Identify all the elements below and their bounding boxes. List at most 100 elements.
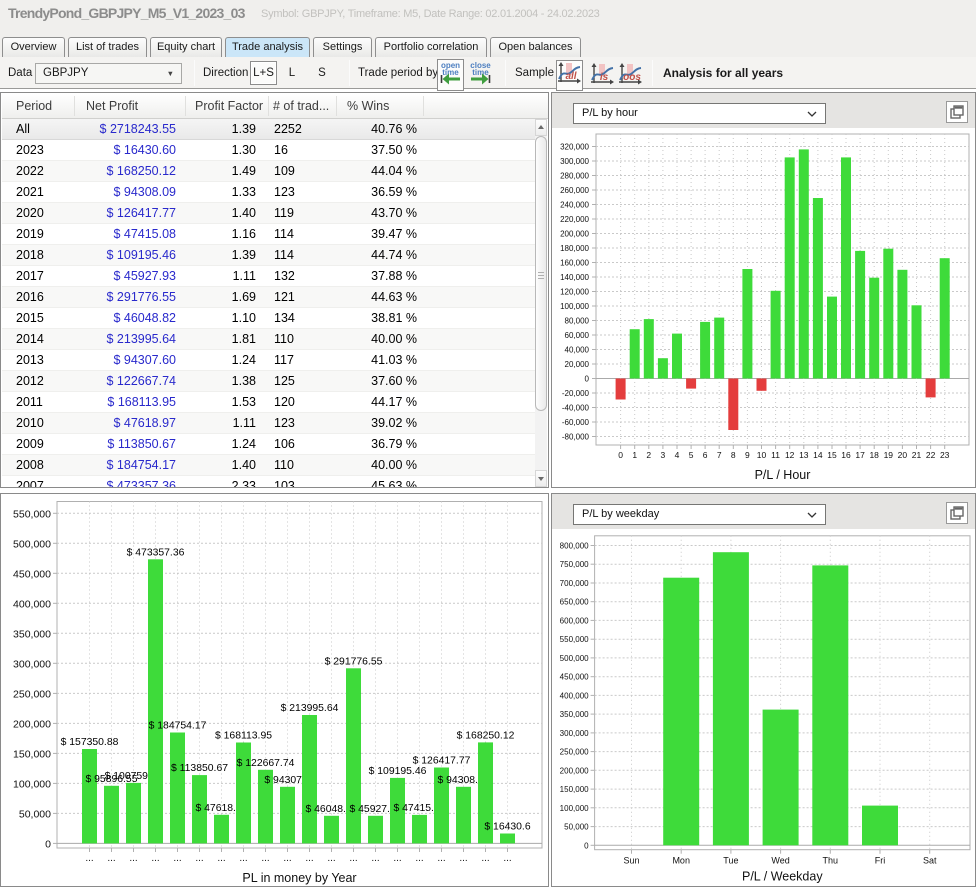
svg-text:Mon: Mon <box>672 856 690 866</box>
svg-text:...: ... <box>437 853 445 864</box>
svg-text:60,000: 60,000 <box>565 331 590 340</box>
svg-text:...: ... <box>415 853 423 864</box>
svg-text:100,000: 100,000 <box>13 778 51 790</box>
svg-text:50,000: 50,000 <box>19 808 51 820</box>
svg-text:oos: oos <box>623 72 641 83</box>
svg-text:4: 4 <box>675 450 680 460</box>
svg-text:8: 8 <box>731 450 736 460</box>
svg-text:-20,000: -20,000 <box>562 389 590 398</box>
svg-text:...: ... <box>283 853 291 864</box>
svg-text:100,000: 100,000 <box>560 302 589 311</box>
svg-text:22: 22 <box>926 450 936 460</box>
svg-text:...: ... <box>173 853 181 864</box>
svg-text:500,000: 500,000 <box>13 538 51 550</box>
svg-text:180,000: 180,000 <box>560 244 589 253</box>
svg-text:17: 17 <box>855 450 865 460</box>
svg-text:140,000: 140,000 <box>560 273 589 282</box>
svg-text:450,000: 450,000 <box>560 673 589 682</box>
svg-text:3: 3 <box>661 450 666 460</box>
svg-text:5: 5 <box>689 450 694 460</box>
svg-text:800,000: 800,000 <box>560 542 589 551</box>
svg-text:...: ... <box>261 853 269 864</box>
svg-text:160,000: 160,000 <box>560 259 589 268</box>
svg-text:$ 168250.12: $ 168250.12 <box>457 730 515 741</box>
svg-text:80,000: 80,000 <box>565 317 590 326</box>
svg-text:PL in money by Year: PL in money by Year <box>242 871 356 885</box>
svg-text:16: 16 <box>841 450 851 460</box>
svg-text:0: 0 <box>585 375 590 384</box>
svg-text:15: 15 <box>827 450 837 460</box>
svg-text:18: 18 <box>869 450 879 460</box>
svg-text:Wed: Wed <box>771 856 789 866</box>
svg-text:...: ... <box>85 853 93 864</box>
svg-text:300,000: 300,000 <box>560 729 589 738</box>
svg-text:200,000: 200,000 <box>560 230 589 239</box>
svg-text:0: 0 <box>584 841 589 850</box>
svg-text:200,000: 200,000 <box>560 766 589 775</box>
svg-text:10: 10 <box>757 450 767 460</box>
svg-text:550,000: 550,000 <box>560 635 589 644</box>
svg-text:750,000: 750,000 <box>560 560 589 569</box>
svg-text:P/L / Hour: P/L / Hour <box>755 468 811 482</box>
svg-text:19: 19 <box>884 450 894 460</box>
svg-text:40,000: 40,000 <box>565 346 590 355</box>
svg-text:$ 168113.95: $ 168113.95 <box>215 731 272 742</box>
svg-text:20,000: 20,000 <box>565 360 590 369</box>
svg-text:150,000: 150,000 <box>560 785 589 794</box>
svg-text:...: ... <box>217 853 225 864</box>
svg-text:14: 14 <box>813 450 823 460</box>
svg-text:Sun: Sun <box>623 856 639 866</box>
svg-text:...: ... <box>305 853 313 864</box>
svg-text:...: ... <box>503 853 511 864</box>
svg-text:...: ... <box>459 853 467 864</box>
svg-text:450,000: 450,000 <box>13 568 51 580</box>
svg-text:...: ... <box>195 853 203 864</box>
svg-text:...: ... <box>239 853 247 864</box>
svg-text:...: ... <box>371 853 379 864</box>
svg-text:50,000: 50,000 <box>564 823 589 832</box>
svg-text:...: ... <box>327 853 335 864</box>
svg-text:$ 291776.55: $ 291776.55 <box>325 656 383 667</box>
svg-text:time: time <box>442 68 459 77</box>
svg-text:300,000: 300,000 <box>560 157 589 166</box>
svg-text:Sat: Sat <box>923 856 937 866</box>
svg-text:250,000: 250,000 <box>13 688 51 700</box>
svg-text:13: 13 <box>799 450 809 460</box>
svg-text:100,000: 100,000 <box>560 804 589 813</box>
svg-text:-40,000: -40,000 <box>562 404 590 413</box>
svg-text:400,000: 400,000 <box>13 598 51 610</box>
svg-text:20: 20 <box>898 450 908 460</box>
svg-text:550,000: 550,000 <box>13 508 51 520</box>
svg-text:350,000: 350,000 <box>13 628 51 640</box>
svg-text:...: ... <box>393 853 401 864</box>
svg-text:-60,000: -60,000 <box>562 418 590 427</box>
svg-text:120,000: 120,000 <box>560 288 589 297</box>
svg-text:280,000: 280,000 <box>560 172 589 181</box>
svg-text:11: 11 <box>771 450 780 460</box>
svg-text:300,000: 300,000 <box>13 658 51 670</box>
svg-text:$ 16430.6: $ 16430.6 <box>484 822 530 833</box>
svg-text:7: 7 <box>717 450 722 460</box>
svg-text:320,000: 320,000 <box>560 143 589 152</box>
svg-text:200,000: 200,000 <box>13 718 51 730</box>
svg-text:$ 157350.88: $ 157350.88 <box>61 737 119 748</box>
svg-text:$ 126417.77: $ 126417.77 <box>413 756 471 767</box>
svg-text:is: is <box>600 72 609 83</box>
svg-text:...: ... <box>349 853 357 864</box>
svg-text:250,000: 250,000 <box>560 748 589 757</box>
svg-text:150,000: 150,000 <box>13 748 51 760</box>
svg-text:Thu: Thu <box>823 856 839 866</box>
svg-text:$ 113850.67: $ 113850.67 <box>171 763 228 774</box>
svg-text:$ 213995.64: $ 213995.64 <box>281 703 339 714</box>
svg-text:$ 109195.46: $ 109195.46 <box>369 766 427 777</box>
svg-text:260,000: 260,000 <box>560 186 589 195</box>
svg-text:500,000: 500,000 <box>560 654 589 663</box>
svg-text:240,000: 240,000 <box>560 201 589 210</box>
svg-text:23: 23 <box>940 450 950 460</box>
svg-text:1: 1 <box>632 450 637 460</box>
svg-text:P/L / Weekday: P/L / Weekday <box>742 870 823 884</box>
svg-text:2: 2 <box>646 450 651 460</box>
svg-text:...: ... <box>107 853 115 864</box>
svg-text:Tue: Tue <box>723 856 738 866</box>
svg-text:9: 9 <box>745 450 750 460</box>
